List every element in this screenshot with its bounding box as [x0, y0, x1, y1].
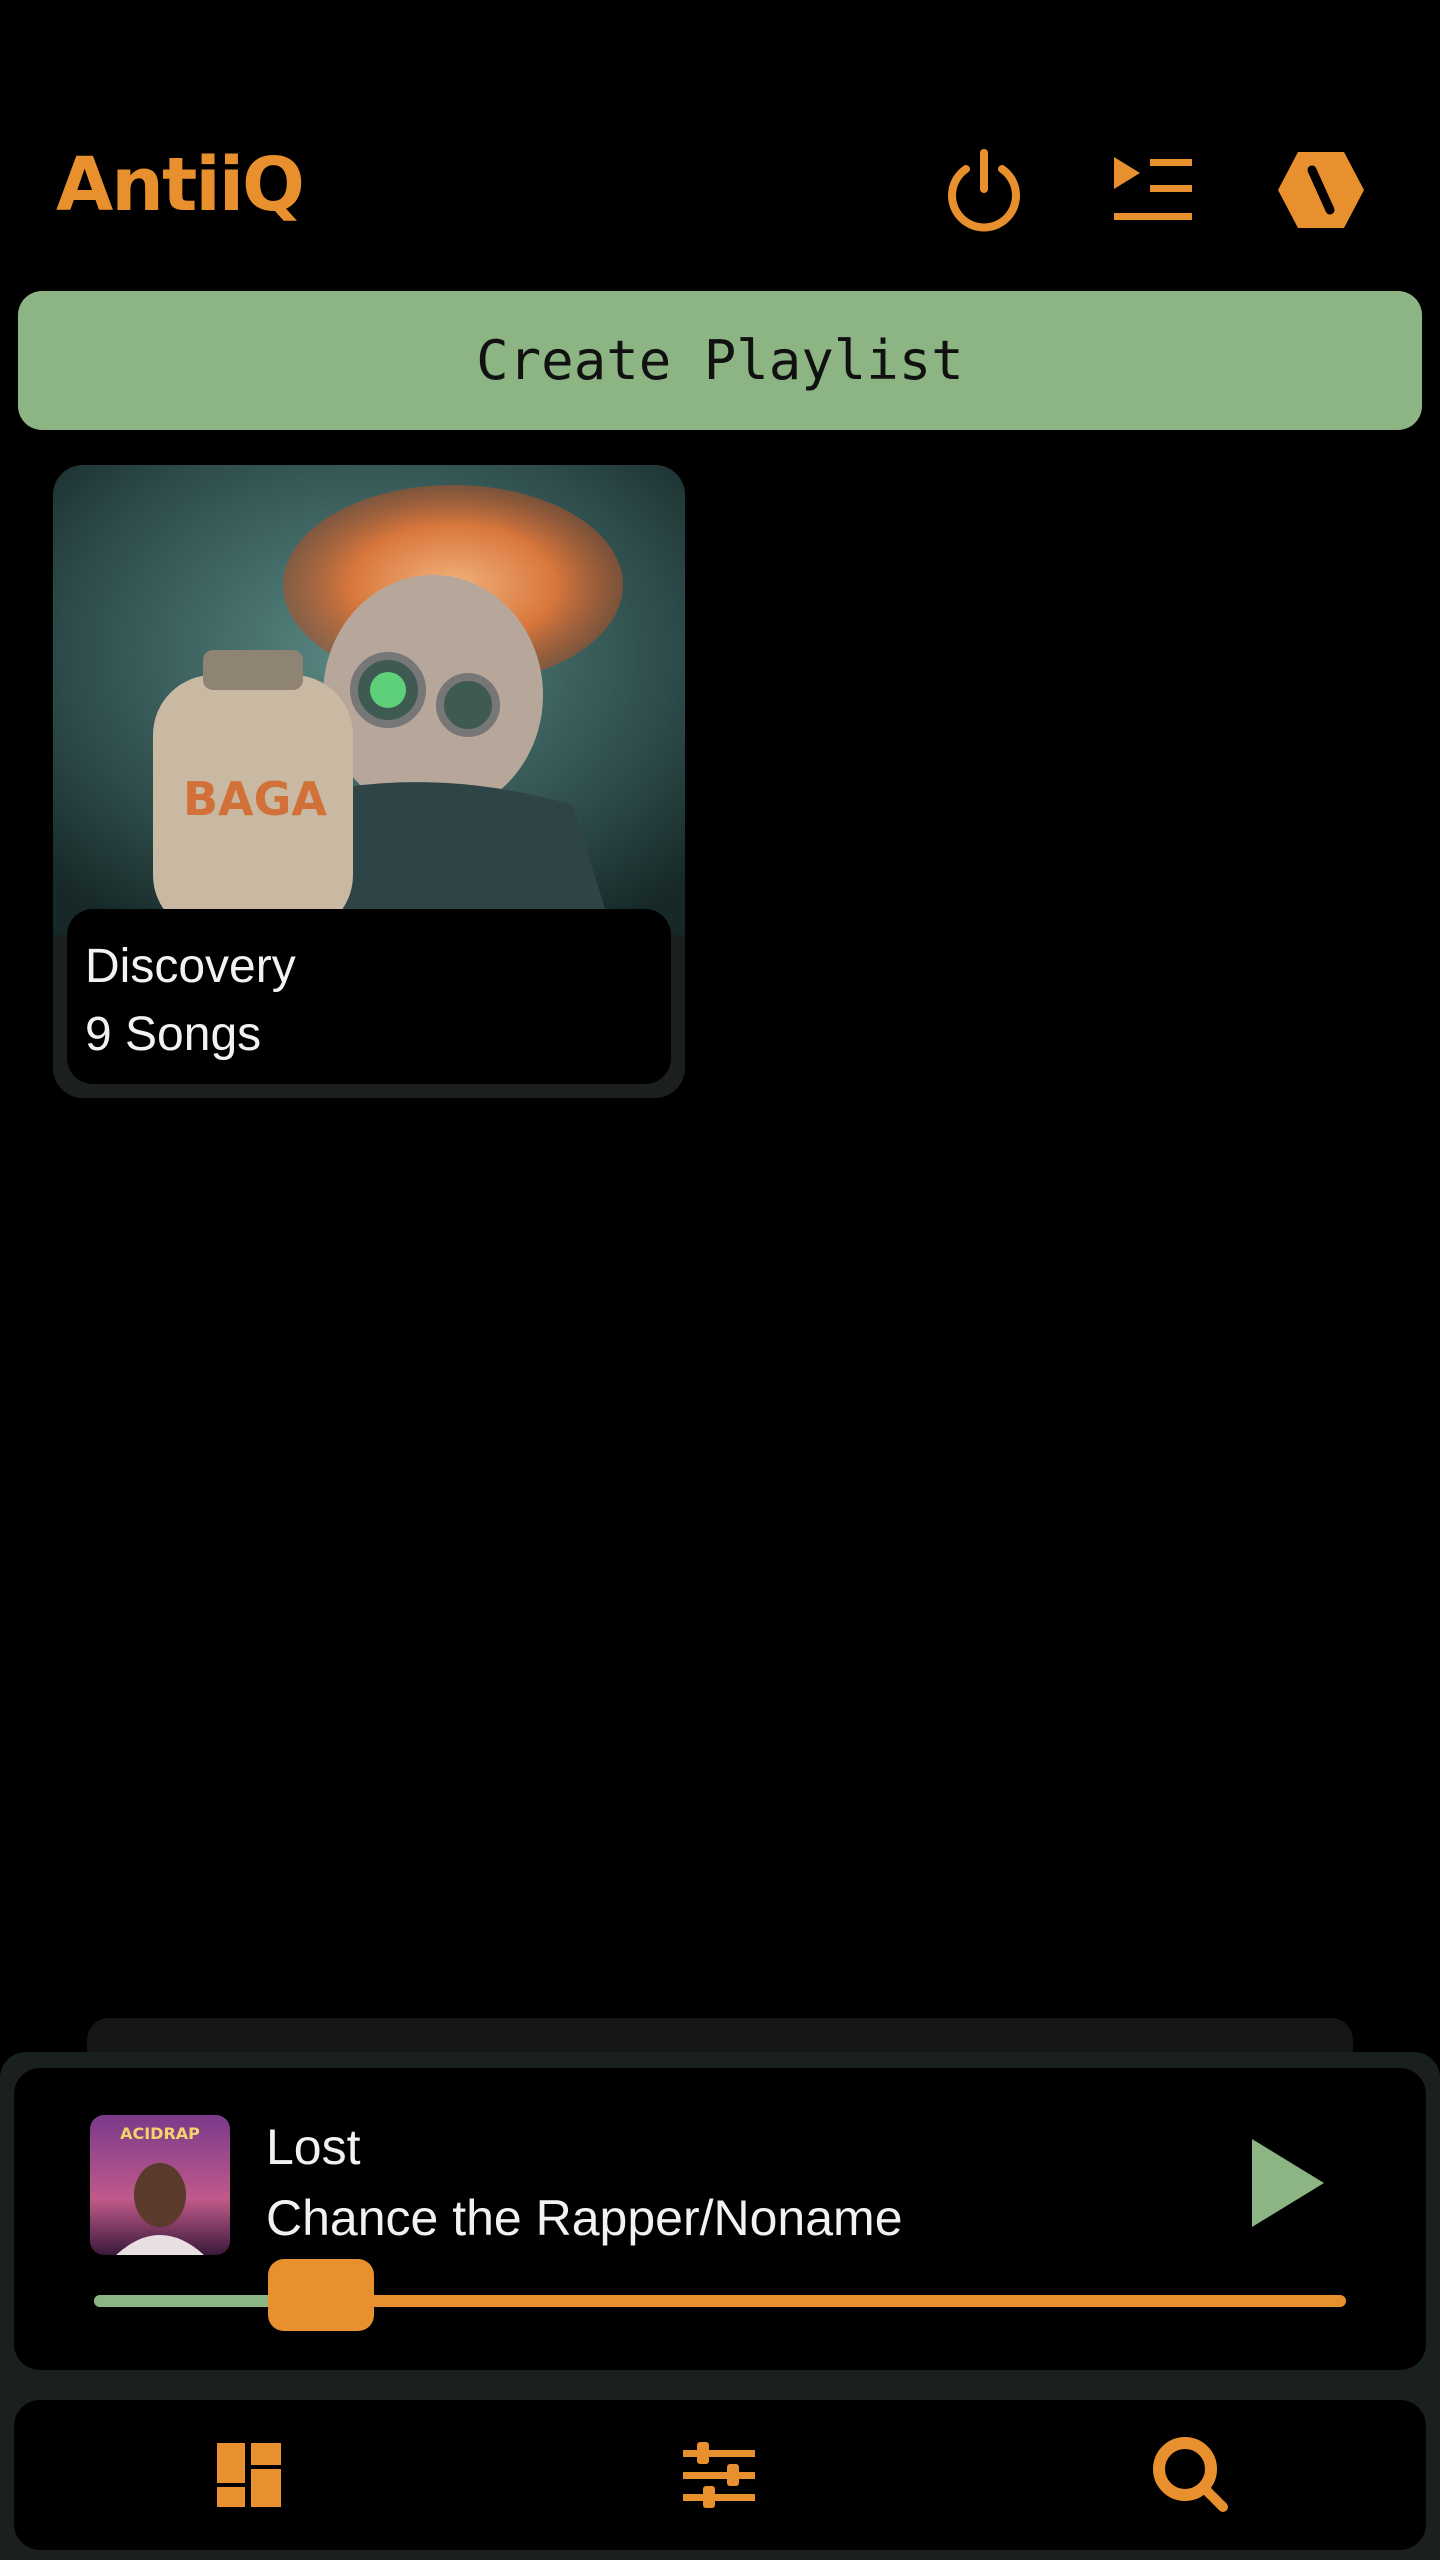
queue-icon	[1114, 157, 1192, 220]
theme-hexagon-icon	[1278, 152, 1364, 228]
now-playing-title: Lost	[266, 2119, 361, 2175]
now-playing-album-art: ACIDRAP	[90, 2115, 230, 2255]
svg-text:BAGA: BAGA	[183, 772, 327, 826]
progress-thumb[interactable]	[268, 2259, 374, 2331]
playlist-info: Discovery 9 Songs	[67, 909, 671, 1084]
svg-text:ACIDRAP: ACIDRAP	[120, 2124, 200, 2143]
power-button[interactable]	[934, 140, 1034, 240]
play-button[interactable]	[1248, 2135, 1328, 2231]
playback-progress-slider[interactable]	[94, 2259, 1346, 2331]
playlist-cover-image: BAGA	[53, 465, 685, 935]
playlist-card[interactable]: BAGA Discovery 9 Songs	[53, 465, 685, 1098]
playlist-name: Discovery	[85, 940, 296, 993]
playlist-song-count: 9 Songs	[85, 1008, 262, 1061]
dashboard-icon	[217, 2443, 281, 2507]
progress-fill	[94, 2295, 278, 2307]
power-icon	[948, 149, 1020, 232]
nav-search-button[interactable]	[1136, 2420, 1246, 2530]
nav-equalizer-button[interactable]	[664, 2420, 774, 2530]
play-icon	[1252, 2139, 1324, 2227]
now-playing-artist: Chance the Rapper/Noname	[266, 2190, 903, 2246]
create-playlist-button[interactable]: Create Playlist	[18, 291, 1422, 430]
equalizer-icon	[683, 2442, 755, 2508]
search-icon	[1153, 2437, 1228, 2512]
queue-button[interactable]	[1103, 140, 1203, 240]
app-title: AntiiQ	[56, 142, 305, 228]
theme-button[interactable]	[1271, 140, 1371, 240]
nav-dashboard-button[interactable]	[194, 2420, 304, 2530]
